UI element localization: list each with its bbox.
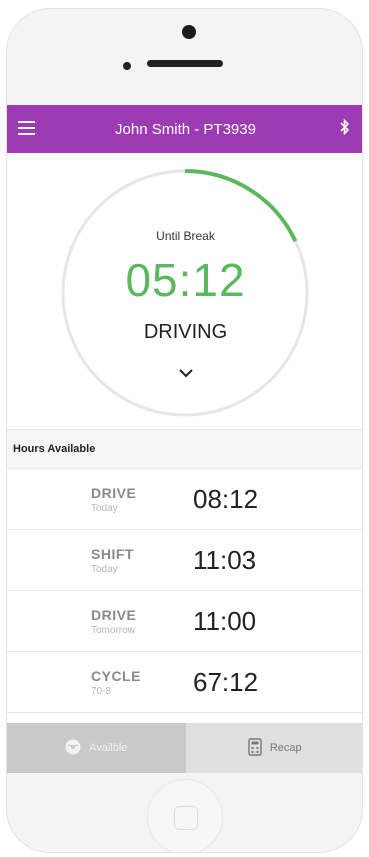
app-screen: John Smith - PT3939 Until Break 05:12 DR…	[7, 105, 362, 773]
countdown-timer: 05:12	[125, 254, 246, 306]
hours-row-value: 11:00	[193, 605, 257, 636]
earpiece-speaker	[147, 60, 223, 67]
hours-row-label: DRIVE Today	[7, 485, 193, 514]
steering-wheel-icon	[65, 739, 81, 758]
hours-dial[interactable]: Until Break 05:12 DRIVING	[7, 153, 362, 429]
hours-row: DRIVE Today 08:12	[7, 469, 362, 530]
tab-recap-label: Recap	[269, 742, 302, 754]
duty-status: DRIVING	[143, 321, 228, 343]
hours-row: DRIVE Tomorrow 11:00	[7, 591, 362, 652]
hours-row-type: DRIVE	[91, 606, 137, 623]
hours-row-period: Tomorrow	[91, 624, 135, 636]
hours-row-type: SHIFT	[91, 545, 134, 562]
hours-row-value: 08:12	[193, 483, 259, 514]
tab-recap[interactable]: Recap	[185, 723, 362, 773]
driver-title: John Smith - PT3939	[115, 120, 256, 138]
hours-row-period: 70-8	[91, 685, 112, 697]
hours-row: SHIFT Today 11:03	[7, 530, 362, 591]
hours-row-type: CYCLE	[91, 667, 141, 684]
hamburger-menu-icon[interactable]	[18, 121, 35, 135]
calculator-icon	[248, 737, 262, 759]
hours-row-value: 11:03	[193, 544, 257, 575]
tab-available-label: Availble	[89, 742, 128, 754]
bottom-tab-bar: Availble Recap	[7, 723, 362, 773]
proximity-sensor	[123, 62, 131, 70]
hours-row-period: Today	[91, 502, 118, 514]
hours-row: CYCLE 70-8 67:12	[7, 652, 362, 713]
until-break-label: Until Break	[156, 229, 215, 243]
hours-row-type: DRIVE	[91, 484, 137, 501]
hours-row-period: Today	[91, 563, 118, 575]
app-header: John Smith - PT3939	[7, 105, 362, 153]
chevron-down-icon[interactable]	[179, 365, 193, 383]
hours-row-label: SHIFT Today	[7, 546, 193, 575]
phone-frame: John Smith - PT3939 Until Break 05:12 DR…	[6, 8, 363, 853]
home-square-icon	[174, 806, 198, 830]
hours-row-label: DRIVE Tomorrow	[7, 607, 193, 636]
hours-row-label: CYCLE 70-8	[7, 668, 193, 697]
bluetooth-icon[interactable]	[340, 118, 350, 138]
front-camera	[182, 25, 196, 39]
hours-row-value: 67:12	[193, 666, 259, 697]
hours-available-header: Hours Available	[7, 429, 362, 469]
home-button[interactable]	[147, 779, 223, 852]
tab-available[interactable]: Availble	[7, 723, 186, 773]
